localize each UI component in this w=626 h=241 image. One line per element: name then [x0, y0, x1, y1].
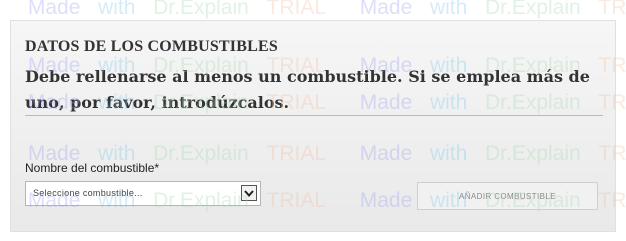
- fuel-select[interactable]: Seleccione combustible...: [25, 181, 261, 206]
- fuel-data-panel: DATOS DE LOS COMBUSTIBLES Debe rellenars…: [10, 20, 616, 232]
- watermark-text: Dr.Explain: [484, 0, 581, 19]
- add-fuel-button[interactable]: AÑADIR COMBUSTIBLE: [417, 182, 598, 210]
- section-title: DATOS DE LOS COMBUSTIBLES: [25, 38, 278, 55]
- fuel-name-label: Nombre del combustible*: [25, 161, 160, 175]
- fuel-select-value: Seleccione combustible...: [33, 188, 143, 198]
- section-description: Debe rellenarse al menos un combustible.…: [25, 67, 590, 112]
- watermark-text: TRIAL: [598, 0, 626, 19]
- watermark-text: Dr.Explain: [153, 0, 249, 19]
- watermark-text: Made: [359, 0, 413, 19]
- chevron-down-icon[interactable]: [241, 185, 257, 201]
- watermark-text: Made: [27, 0, 81, 19]
- section-divider: [25, 115, 603, 116]
- watermark-text: TRIAL: [266, 0, 327, 19]
- watermark-text: with: [98, 0, 136, 19]
- watermark-text: with: [429, 0, 468, 19]
